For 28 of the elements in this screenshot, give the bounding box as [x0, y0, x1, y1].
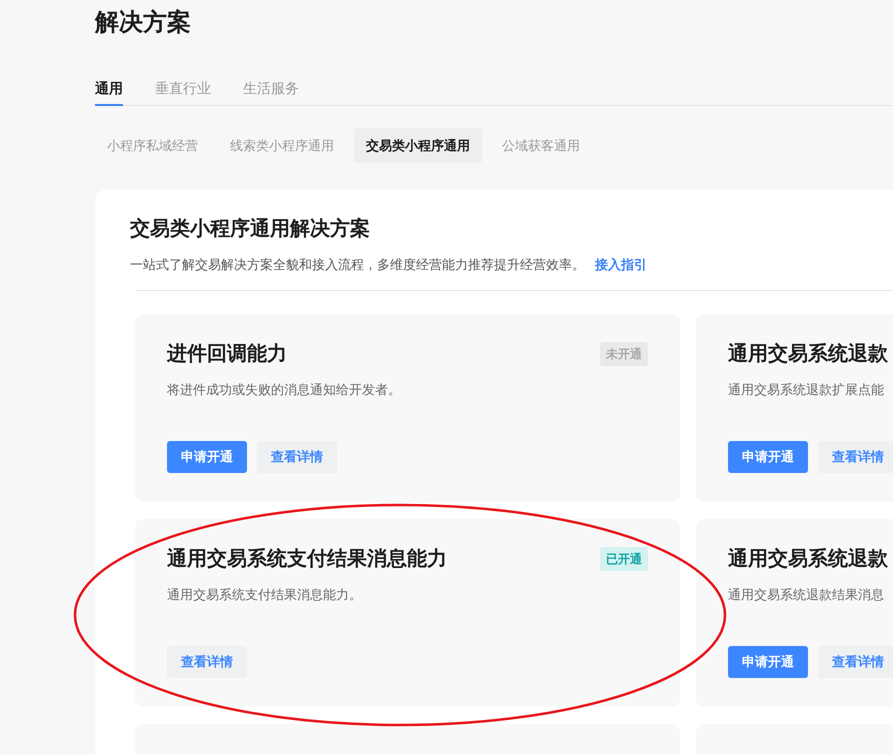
card-description: 通用交易系统退款结果消息	[728, 586, 885, 604]
solution-tab[interactable]: 公域获客通用	[490, 128, 592, 163]
details-button[interactable]: 查看详情	[167, 646, 247, 678]
details-button[interactable]: 查看详情	[257, 440, 337, 472]
page-title: 解决方案	[95, 8, 192, 38]
details-button[interactable]: 查看详情	[818, 440, 893, 472]
card-description: 通用交易系统退款扩展点能	[728, 380, 885, 398]
card-title: 进件回调能力	[167, 342, 287, 366]
solution-tab[interactable]: 线索类小程序通用	[218, 128, 346, 163]
category-tab[interactable]: 通用	[95, 72, 123, 106]
details-button[interactable]: 查看详情	[818, 646, 893, 678]
status-badge: 已开通	[600, 546, 648, 570]
solution-tab[interactable]: 小程序私域经营	[95, 128, 210, 163]
card-title: 通用交易系统退款	[728, 342, 888, 366]
solution-tab[interactable]: 交易类小程序通用	[354, 128, 482, 163]
card-title: 通用交易系统退款	[728, 546, 888, 572]
card-description: 通用交易系统支付结果消息能力。	[167, 586, 363, 604]
panel-title: 交易类小程序通用解决方案	[130, 216, 371, 242]
status-badge: 未开通	[600, 342, 648, 366]
apply-button[interactable]: 申请开通	[728, 440, 808, 472]
card-description: 将进件成功或失败的消息通知给开发者。	[167, 380, 402, 398]
category-tab[interactable]: 生活服务	[243, 72, 299, 106]
panel-description: 一站式了解交易解决方案全貌和接入流程，多维度经营能力推荐提升经营效率。	[130, 256, 585, 274]
category-tab[interactable]: 垂直行业	[155, 72, 211, 106]
apply-button[interactable]: 申请开通	[167, 440, 247, 472]
apply-button[interactable]: 申请开通	[728, 646, 808, 678]
guide-link[interactable]: 接入指引	[595, 255, 647, 274]
card-title: 通用交易系统支付结果消息能力	[167, 546, 447, 572]
